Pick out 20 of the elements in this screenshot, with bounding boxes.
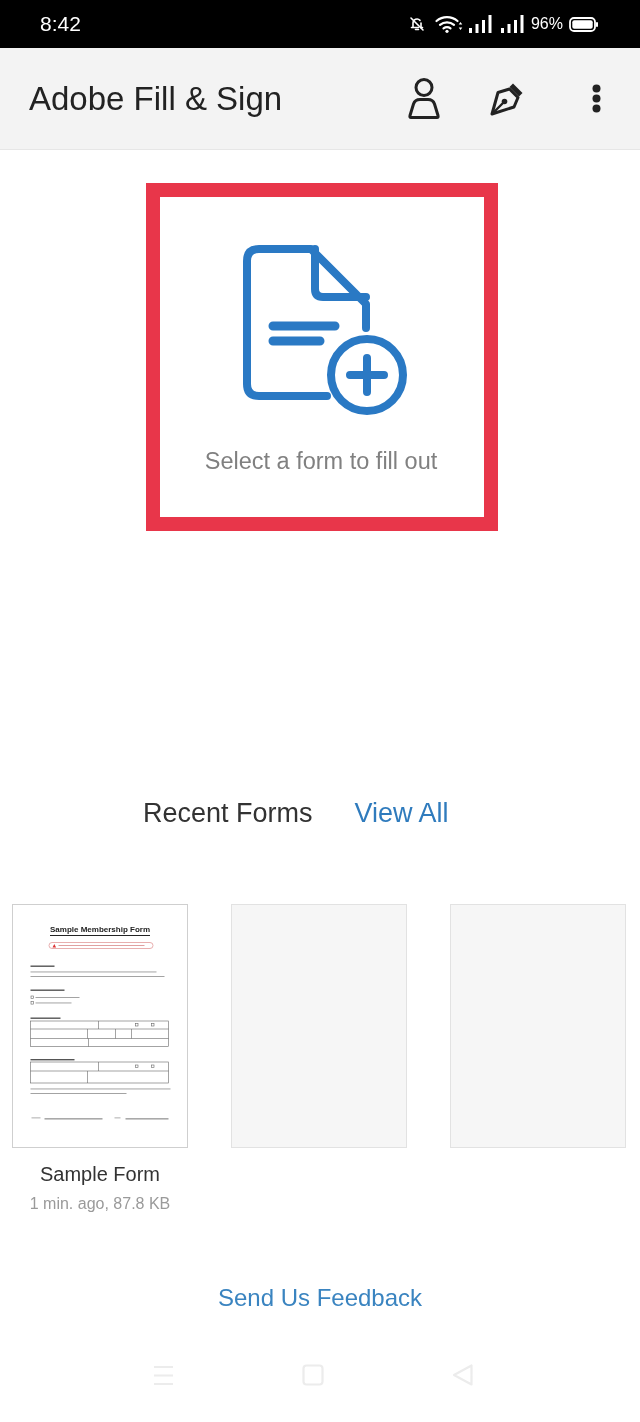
view-all-link[interactable]: View All	[354, 797, 449, 829]
wifi-icon	[434, 15, 463, 33]
pen-nib-icon[interactable]	[489, 81, 524, 116]
app-title: Adobe Fill & Sign	[29, 79, 283, 118]
more-options-icon[interactable]	[592, 84, 601, 113]
feedback-link[interactable]: Send Us Feedback	[217, 1283, 423, 1313]
battery-percentage: 96%	[530, 15, 563, 33]
battery-icon	[569, 16, 598, 32]
form-preview-title: Sample Membership Form	[50, 925, 150, 936]
form-name: Sample Form	[40, 1162, 160, 1187]
signal-icon	[500, 15, 524, 33]
document-add-icon	[242, 245, 408, 415]
select-form-button[interactable]: Select a form to fill out	[146, 183, 498, 531]
signal-icon	[468, 15, 492, 33]
bell-off-icon	[408, 16, 425, 32]
status-time: 8:42	[40, 12, 81, 36]
form-details: 1 min. ago, 87.8 KB	[29, 1194, 171, 1214]
section-title: Recent Forms	[143, 797, 313, 829]
form-thumbnail[interactable]: Sample Membership Form	[12, 904, 188, 1148]
account-icon[interactable]	[408, 77, 440, 120]
